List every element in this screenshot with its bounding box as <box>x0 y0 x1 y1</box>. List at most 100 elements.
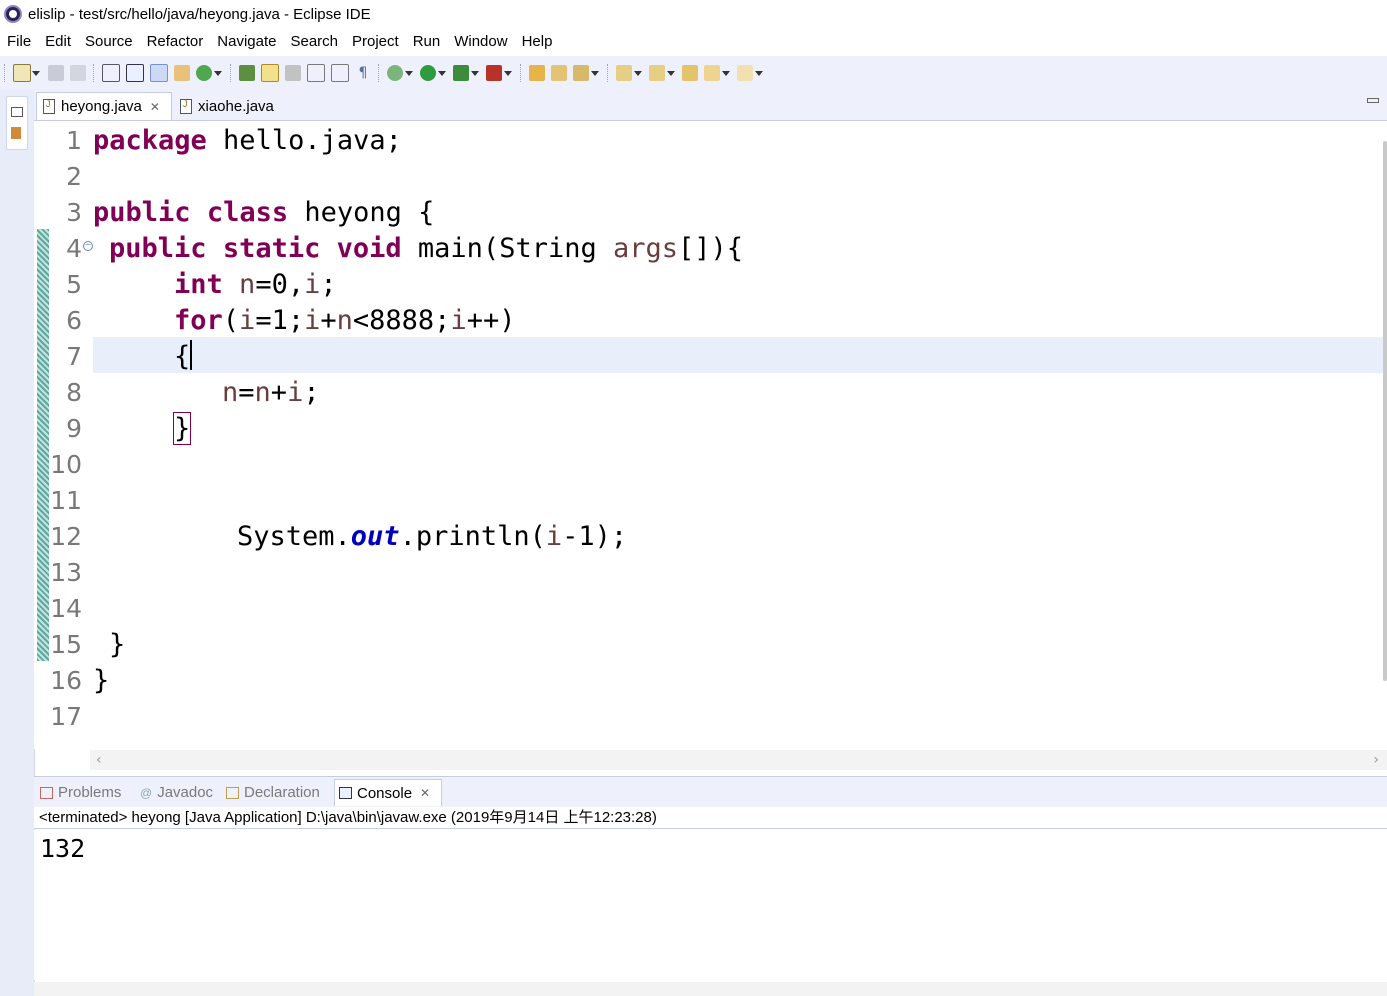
console-horizontal-scrollbar[interactable] <box>34 982 1387 996</box>
line-number: 7 <box>66 342 82 371</box>
matching-bracket: } <box>172 412 192 445</box>
new-icon[interactable] <box>13 64 40 82</box>
code-line-1: package hello.java; <box>93 125 402 156</box>
code-line-9: } <box>172 411 192 447</box>
open-folder-icon[interactable] <box>529 65 545 81</box>
menu-help[interactable]: Help <box>515 33 560 50</box>
console-output-area[interactable]: 132 <box>34 830 1387 980</box>
tab-xiaohe-java[interactable]: xiaohe.java <box>174 92 294 120</box>
tab-label: Declaration <box>244 784 320 801</box>
package-icon[interactable] <box>174 65 190 81</box>
code-line-5: int n=0,i; <box>174 269 337 300</box>
tab-label: xiaohe.java <box>198 97 274 115</box>
tab-javadoc[interactable]: @ Javadoc <box>136 779 220 806</box>
line-number: 1 <box>66 126 82 155</box>
minimized-view-stack[interactable] <box>6 96 28 150</box>
console-output: 132 <box>40 834 86 863</box>
tab-label: Problems <box>58 784 122 801</box>
refresh-icon[interactable] <box>196 65 222 81</box>
line-number: 4 <box>66 234 82 263</box>
pilcrow-icon[interactable]: ¶ <box>355 65 371 81</box>
code-line-7: { <box>174 340 193 372</box>
close-icon[interactable]: ✕ <box>420 786 430 800</box>
open-type-icon[interactable] <box>239 65 255 81</box>
line-number: 16 <box>50 666 82 695</box>
minimize-icon[interactable] <box>1367 98 1379 103</box>
tab-label: Console <box>357 784 413 802</box>
toggle-mark-icon[interactable] <box>150 64 168 82</box>
menu-project[interactable]: Project <box>345 33 406 50</box>
editor-tab-bar: heyong.java ✕ xiaohe.java <box>34 90 1387 121</box>
outline-icon[interactable] <box>331 64 349 82</box>
main-toolbar: ¶ <box>0 56 1387 91</box>
next-annotation-icon[interactable] <box>616 65 642 81</box>
tab-heyong-java[interactable]: heyong.java ✕ <box>36 92 172 120</box>
line-number: 11 <box>50 486 82 515</box>
editor-vertical-scrollbar[interactable] <box>1383 141 1387 681</box>
line-number: 9 <box>66 414 82 443</box>
open-task-icon[interactable] <box>551 65 567 81</box>
menu-refactor[interactable]: Refactor <box>140 33 211 50</box>
java-file-icon <box>43 99 55 114</box>
line-number: 17 <box>50 702 82 731</box>
menu-run[interactable]: Run <box>406 33 448 50</box>
scroll-left-icon[interactable]: ‹ <box>96 752 102 768</box>
brush-icon[interactable] <box>285 65 301 81</box>
code-line-16: } <box>93 665 110 696</box>
code-line-15: } <box>109 629 126 660</box>
back-icon[interactable] <box>704 65 730 81</box>
tab-console[interactable]: Console ✕ <box>334 779 442 806</box>
declaration-icon <box>226 786 239 799</box>
line-number: 5 <box>66 270 82 299</box>
fold-toggle-icon[interactable]: − <box>83 241 93 251</box>
menu-search[interactable]: Search <box>283 33 345 50</box>
toolbar-separator <box>520 64 522 82</box>
run-icon[interactable] <box>420 65 446 81</box>
problems-icon <box>40 786 53 799</box>
menu-file[interactable]: File <box>0 33 38 50</box>
menu-navigate[interactable]: Navigate <box>210 33 283 50</box>
console-icon <box>339 787 352 799</box>
current-line-highlight <box>93 337 1383 373</box>
restore-icon[interactable] <box>11 107 23 117</box>
line-number: 13 <box>50 558 82 587</box>
title-bar: elislip - test/src/hello/java/heyong.jav… <box>0 0 1387 28</box>
line-number: 6 <box>66 306 82 335</box>
coverage-icon[interactable] <box>453 65 479 81</box>
package-explorer-icon[interactable] <box>11 127 21 139</box>
line-number: 10 <box>50 450 82 479</box>
menu-window[interactable]: Window <box>447 33 514 50</box>
last-edit-icon[interactable] <box>682 65 698 81</box>
code-line-6: for(i=1;i+n<8888;i++) <box>174 305 516 336</box>
line-number: 12 <box>50 522 82 551</box>
java-file-icon <box>180 98 192 114</box>
scroll-right-icon[interactable]: › <box>1373 752 1379 768</box>
tab-declaration[interactable]: Declaration <box>222 779 332 806</box>
save-icon[interactable] <box>48 65 64 81</box>
tab-label: Javadoc <box>157 784 214 801</box>
block-selection-icon[interactable] <box>307 64 325 82</box>
line-number: 3 <box>66 198 82 227</box>
external-tools-icon[interactable] <box>486 65 512 81</box>
tab-label: heyong.java <box>61 98 142 115</box>
line-number: 8 <box>66 378 82 407</box>
code-line-12: System.out.println(i-1); <box>237 521 628 552</box>
prev-annotation-icon[interactable] <box>649 65 675 81</box>
forward-icon[interactable] <box>737 65 763 81</box>
tab-problems[interactable]: Problems <box>36 779 134 806</box>
window-title: elislip - test/src/hello/java/heyong.jav… <box>28 5 371 23</box>
save-all-icon[interactable] <box>70 65 86 81</box>
editor-horizontal-scrollbar[interactable]: ‹ › <box>90 750 1387 770</box>
menu-source[interactable]: Source <box>78 33 140 50</box>
highlight-icon[interactable] <box>261 64 279 82</box>
toolbar-separator <box>607 64 609 82</box>
debug-icon[interactable] <box>387 65 413 81</box>
terminal-icon[interactable] <box>126 64 144 82</box>
close-icon[interactable]: ✕ <box>150 100 160 114</box>
menu-edit[interactable]: Edit <box>38 33 78 50</box>
line-number: 14 <box>50 594 82 623</box>
bottom-panel-tab-bar: Problems @ Javadoc Declaration Console ✕ <box>34 776 1387 808</box>
binary-icon[interactable] <box>102 64 120 82</box>
code-editor[interactable]: 1 2 3 4 5 6 7 8 9 10 11 12 13 14 15 16 1… <box>34 121 1387 749</box>
search-tool-icon[interactable] <box>573 65 599 81</box>
